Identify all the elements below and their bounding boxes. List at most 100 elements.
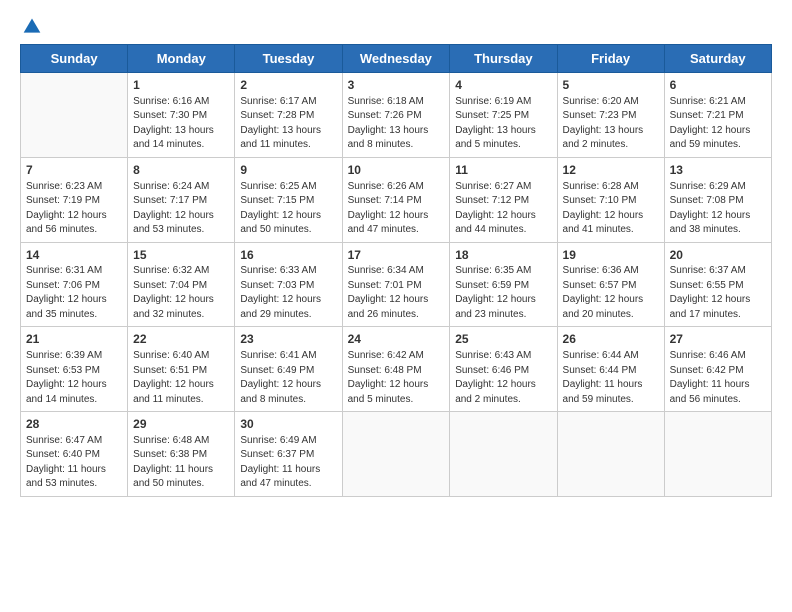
day-info: Sunrise: 6:47 AM Sunset: 6:40 PM Dayligh… <box>26 434 122 492</box>
calendar-cell: 20Sunrise: 6:37 AM Sunset: 6:55 PM Dayli… <box>664 242 771 327</box>
day-info: Sunrise: 6:28 AM Sunset: 7:10 PM Dayligh… <box>563 180 659 238</box>
day-number: 9 <box>240 162 336 179</box>
calendar-cell: 25Sunrise: 6:43 AM Sunset: 6:46 PM Dayli… <box>450 327 557 412</box>
day-info: Sunrise: 6:21 AM Sunset: 7:21 PM Dayligh… <box>670 95 766 153</box>
calendar-cell: 28Sunrise: 6:47 AM Sunset: 6:40 PM Dayli… <box>21 412 128 497</box>
calendar-cell: 2Sunrise: 6:17 AM Sunset: 7:28 PM Daylig… <box>235 73 342 158</box>
day-info: Sunrise: 6:49 AM Sunset: 6:37 PM Dayligh… <box>240 434 336 492</box>
day-info: Sunrise: 6:40 AM Sunset: 6:51 PM Dayligh… <box>133 349 229 407</box>
calendar-cell: 10Sunrise: 6:26 AM Sunset: 7:14 PM Dayli… <box>342 157 450 242</box>
calendar-cell: 19Sunrise: 6:36 AM Sunset: 6:57 PM Dayli… <box>557 242 664 327</box>
day-info: Sunrise: 6:26 AM Sunset: 7:14 PM Dayligh… <box>348 180 445 238</box>
calendar-cell: 11Sunrise: 6:27 AM Sunset: 7:12 PM Dayli… <box>450 157 557 242</box>
calendar-cell: 8Sunrise: 6:24 AM Sunset: 7:17 PM Daylig… <box>128 157 235 242</box>
day-number: 4 <box>455 77 551 94</box>
day-info: Sunrise: 6:25 AM Sunset: 7:15 PM Dayligh… <box>240 180 336 238</box>
day-info: Sunrise: 6:41 AM Sunset: 6:49 PM Dayligh… <box>240 349 336 407</box>
calendar-cell <box>557 412 664 497</box>
calendar-cell <box>450 412 557 497</box>
calendar-cell: 5Sunrise: 6:20 AM Sunset: 7:23 PM Daylig… <box>557 73 664 158</box>
day-info: Sunrise: 6:44 AM Sunset: 6:44 PM Dayligh… <box>563 349 659 407</box>
day-info: Sunrise: 6:27 AM Sunset: 7:12 PM Dayligh… <box>455 180 551 238</box>
calendar-header-row: SundayMondayTuesdayWednesdayThursdayFrid… <box>21 45 772 73</box>
day-number: 6 <box>670 77 766 94</box>
page-header <box>20 16 772 32</box>
col-header-monday: Monday <box>128 45 235 73</box>
day-number: 30 <box>240 416 336 433</box>
col-header-thursday: Thursday <box>450 45 557 73</box>
day-number: 11 <box>455 162 551 179</box>
day-info: Sunrise: 6:37 AM Sunset: 6:55 PM Dayligh… <box>670 264 766 322</box>
calendar-cell: 6Sunrise: 6:21 AM Sunset: 7:21 PM Daylig… <box>664 73 771 158</box>
day-info: Sunrise: 6:35 AM Sunset: 6:59 PM Dayligh… <box>455 264 551 322</box>
calendar-week-5: 28Sunrise: 6:47 AM Sunset: 6:40 PM Dayli… <box>21 412 772 497</box>
day-number: 21 <box>26 331 122 348</box>
day-number: 5 <box>563 77 659 94</box>
calendar-cell: 21Sunrise: 6:39 AM Sunset: 6:53 PM Dayli… <box>21 327 128 412</box>
page-container: SundayMondayTuesdayWednesdayThursdayFrid… <box>0 0 792 513</box>
calendar-cell: 12Sunrise: 6:28 AM Sunset: 7:10 PM Dayli… <box>557 157 664 242</box>
calendar-week-2: 7Sunrise: 6:23 AM Sunset: 7:19 PM Daylig… <box>21 157 772 242</box>
day-number: 15 <box>133 247 229 264</box>
day-info: Sunrise: 6:34 AM Sunset: 7:01 PM Dayligh… <box>348 264 445 322</box>
calendar-cell: 29Sunrise: 6:48 AM Sunset: 6:38 PM Dayli… <box>128 412 235 497</box>
calendar-cell <box>21 73 128 158</box>
day-info: Sunrise: 6:18 AM Sunset: 7:26 PM Dayligh… <box>348 95 445 153</box>
day-number: 7 <box>26 162 122 179</box>
calendar-cell: 26Sunrise: 6:44 AM Sunset: 6:44 PM Dayli… <box>557 327 664 412</box>
calendar-cell: 17Sunrise: 6:34 AM Sunset: 7:01 PM Dayli… <box>342 242 450 327</box>
day-info: Sunrise: 6:46 AM Sunset: 6:42 PM Dayligh… <box>670 349 766 407</box>
day-number: 29 <box>133 416 229 433</box>
calendar-cell <box>664 412 771 497</box>
day-number: 28 <box>26 416 122 433</box>
day-info: Sunrise: 6:20 AM Sunset: 7:23 PM Dayligh… <box>563 95 659 153</box>
calendar-cell <box>342 412 450 497</box>
day-info: Sunrise: 6:29 AM Sunset: 7:08 PM Dayligh… <box>670 180 766 238</box>
calendar-cell: 18Sunrise: 6:35 AM Sunset: 6:59 PM Dayli… <box>450 242 557 327</box>
day-info: Sunrise: 6:23 AM Sunset: 7:19 PM Dayligh… <box>26 180 122 238</box>
calendar-cell: 15Sunrise: 6:32 AM Sunset: 7:04 PM Dayli… <box>128 242 235 327</box>
day-info: Sunrise: 6:32 AM Sunset: 7:04 PM Dayligh… <box>133 264 229 322</box>
calendar-cell: 30Sunrise: 6:49 AM Sunset: 6:37 PM Dayli… <box>235 412 342 497</box>
day-info: Sunrise: 6:43 AM Sunset: 6:46 PM Dayligh… <box>455 349 551 407</box>
calendar-cell: 23Sunrise: 6:41 AM Sunset: 6:49 PM Dayli… <box>235 327 342 412</box>
day-number: 20 <box>670 247 766 264</box>
day-number: 13 <box>670 162 766 179</box>
logo <box>20 16 42 32</box>
calendar-cell: 16Sunrise: 6:33 AM Sunset: 7:03 PM Dayli… <box>235 242 342 327</box>
day-number: 26 <box>563 331 659 348</box>
calendar-cell: 4Sunrise: 6:19 AM Sunset: 7:25 PM Daylig… <box>450 73 557 158</box>
calendar-table: SundayMondayTuesdayWednesdayThursdayFrid… <box>20 44 772 497</box>
day-number: 18 <box>455 247 551 264</box>
calendar-cell: 9Sunrise: 6:25 AM Sunset: 7:15 PM Daylig… <box>235 157 342 242</box>
day-number: 2 <box>240 77 336 94</box>
day-number: 24 <box>348 331 445 348</box>
calendar-cell: 14Sunrise: 6:31 AM Sunset: 7:06 PM Dayli… <box>21 242 128 327</box>
day-info: Sunrise: 6:31 AM Sunset: 7:06 PM Dayligh… <box>26 264 122 322</box>
calendar-cell: 1Sunrise: 6:16 AM Sunset: 7:30 PM Daylig… <box>128 73 235 158</box>
day-info: Sunrise: 6:39 AM Sunset: 6:53 PM Dayligh… <box>26 349 122 407</box>
col-header-saturday: Saturday <box>664 45 771 73</box>
day-info: Sunrise: 6:17 AM Sunset: 7:28 PM Dayligh… <box>240 95 336 153</box>
day-number: 8 <box>133 162 229 179</box>
day-number: 12 <box>563 162 659 179</box>
calendar-cell: 3Sunrise: 6:18 AM Sunset: 7:26 PM Daylig… <box>342 73 450 158</box>
calendar-cell: 24Sunrise: 6:42 AM Sunset: 6:48 PM Dayli… <box>342 327 450 412</box>
day-info: Sunrise: 6:36 AM Sunset: 6:57 PM Dayligh… <box>563 264 659 322</box>
col-header-wednesday: Wednesday <box>342 45 450 73</box>
day-info: Sunrise: 6:16 AM Sunset: 7:30 PM Dayligh… <box>133 95 229 153</box>
day-number: 22 <box>133 331 229 348</box>
day-number: 16 <box>240 247 336 264</box>
calendar-cell: 7Sunrise: 6:23 AM Sunset: 7:19 PM Daylig… <box>21 157 128 242</box>
calendar-cell: 22Sunrise: 6:40 AM Sunset: 6:51 PM Dayli… <box>128 327 235 412</box>
col-header-tuesday: Tuesday <box>235 45 342 73</box>
day-number: 3 <box>348 77 445 94</box>
calendar-cell: 27Sunrise: 6:46 AM Sunset: 6:42 PM Dayli… <box>664 327 771 412</box>
day-info: Sunrise: 6:48 AM Sunset: 6:38 PM Dayligh… <box>133 434 229 492</box>
day-info: Sunrise: 6:42 AM Sunset: 6:48 PM Dayligh… <box>348 349 445 407</box>
calendar-week-1: 1Sunrise: 6:16 AM Sunset: 7:30 PM Daylig… <box>21 73 772 158</box>
day-info: Sunrise: 6:19 AM Sunset: 7:25 PM Dayligh… <box>455 95 551 153</box>
day-number: 23 <box>240 331 336 348</box>
day-info: Sunrise: 6:24 AM Sunset: 7:17 PM Dayligh… <box>133 180 229 238</box>
calendar-week-4: 21Sunrise: 6:39 AM Sunset: 6:53 PM Dayli… <box>21 327 772 412</box>
